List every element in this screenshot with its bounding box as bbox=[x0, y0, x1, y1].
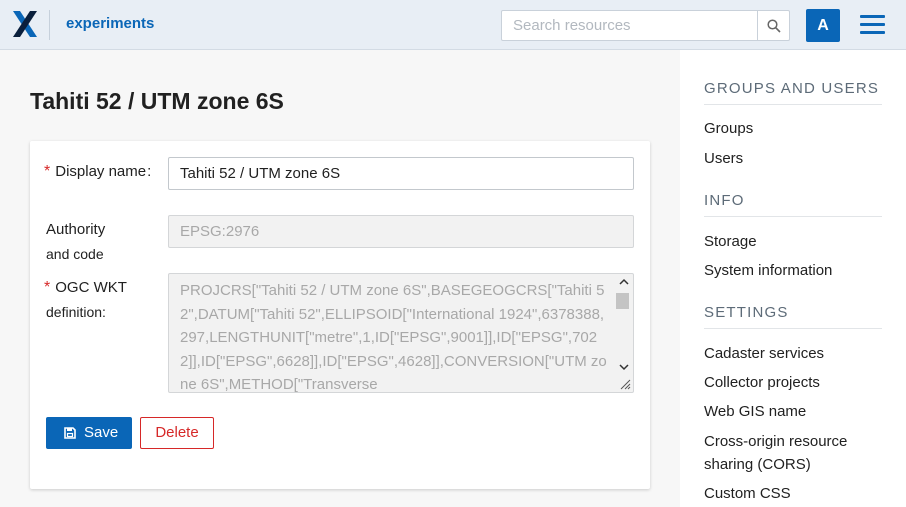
sidebar-item-cors[interactable]: Cross-origin resource sharing (CORS) bbox=[704, 430, 847, 476]
page-title: Tahiti 52 / UTM zone 6S bbox=[30, 88, 284, 114]
right-sidebar: GROUPS AND USERS Groups Users INFO Stora… bbox=[680, 50, 906, 507]
search-box[interactable] bbox=[501, 10, 758, 41]
sidebar-item-custom-css[interactable]: Custom CSS bbox=[704, 482, 791, 505]
resize-grip-icon[interactable] bbox=[620, 379, 631, 390]
search-icon bbox=[767, 19, 781, 33]
sidebar-item-users[interactable]: Users bbox=[704, 147, 743, 170]
app-name[interactable]: experiments bbox=[66, 15, 154, 32]
sidebar-item-web-gis-name[interactable]: Web GIS name bbox=[704, 400, 806, 423]
save-button[interactable]: Save bbox=[46, 417, 132, 449]
scroll-down-icon[interactable] bbox=[619, 363, 629, 371]
section-heading-groups-users: GROUPS AND USERS bbox=[704, 80, 882, 105]
scroll-up-icon[interactable] bbox=[619, 278, 629, 286]
wkt-text: PROJCRS["Tahiti 52 / UTM zone 6S",BASEGE… bbox=[180, 282, 607, 393]
sidebar-item-storage[interactable]: Storage bbox=[704, 230, 757, 253]
search-button[interactable] bbox=[758, 10, 790, 41]
section-heading-settings: SETTINGS bbox=[704, 304, 882, 329]
edit-form-card: * Display name: Tahiti 52 / UTM zone 6S A… bbox=[30, 141, 650, 489]
wkt-label: * OGC WKT definition: bbox=[44, 279, 127, 320]
logo-icon[interactable] bbox=[13, 11, 37, 37]
delete-button[interactable]: Delete bbox=[140, 417, 214, 449]
top-header: experiments A bbox=[0, 0, 906, 50]
scroll-thumb[interactable] bbox=[616, 293, 629, 309]
sidebar-item-collector-projects[interactable]: Collector projects bbox=[704, 371, 820, 394]
search-input[interactable] bbox=[502, 11, 757, 40]
user-avatar-button[interactable]: A bbox=[806, 9, 840, 42]
sidebar-item-system-information[interactable]: System information bbox=[704, 259, 832, 282]
required-mark: * bbox=[44, 163, 51, 180]
hamburger-menu-icon[interactable] bbox=[860, 15, 886, 35]
display-name-label: * Display name: bbox=[44, 163, 152, 180]
wkt-definition-textarea[interactable]: PROJCRS["Tahiti 52 / UTM zone 6S",BASEGE… bbox=[168, 273, 634, 393]
logo-divider bbox=[49, 10, 50, 40]
textarea-scrollbar[interactable] bbox=[616, 275, 632, 391]
authority-code-input: EPSG:2976 bbox=[168, 215, 634, 248]
save-icon bbox=[64, 427, 76, 439]
section-heading-info: INFO bbox=[704, 192, 882, 217]
display-name-input[interactable]: Tahiti 52 / UTM zone 6S bbox=[168, 157, 634, 190]
sidebar-item-groups[interactable]: Groups bbox=[704, 117, 753, 140]
sidebar-item-cadaster-services[interactable]: Cadaster services bbox=[704, 342, 824, 365]
authority-label: Authority and code bbox=[46, 221, 106, 262]
